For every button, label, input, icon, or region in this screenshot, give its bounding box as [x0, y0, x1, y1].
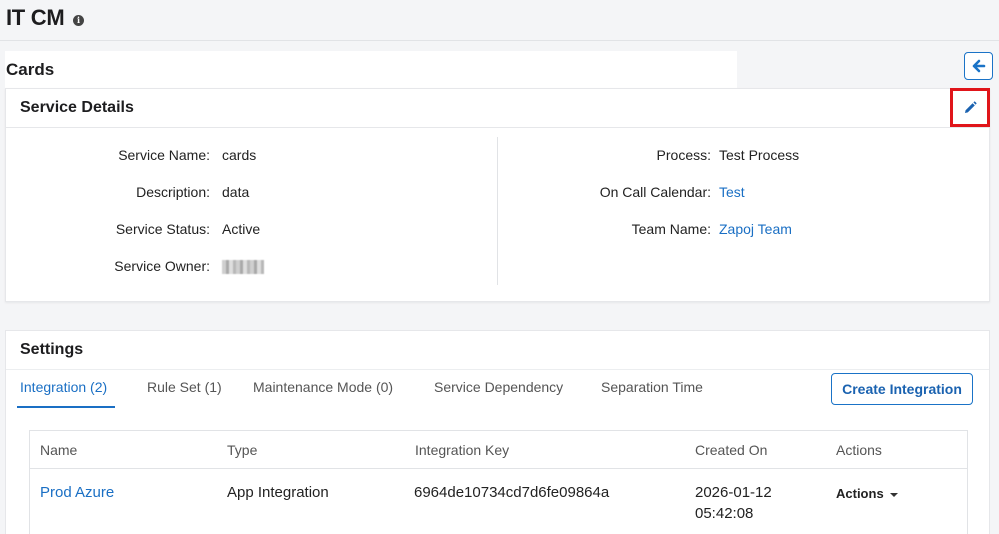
detail-row-description: Description: data	[6, 184, 496, 221]
create-integration-button[interactable]: Create Integration	[831, 373, 973, 405]
back-button[interactable]	[964, 52, 993, 80]
tab-service-dependency[interactable]: Service Dependency	[434, 379, 563, 395]
breadcrumb: Cards	[5, 51, 737, 88]
redacted-owner	[222, 260, 264, 274]
service-owner-label: Service Owner:	[114, 258, 210, 274]
integration-key: 6964de10734cd7d6fe09864a	[414, 484, 610, 501]
detail-row-team-name: Team Name: Zapoj Team	[499, 221, 989, 258]
column-header-integration-key[interactable]: Integration Key	[415, 442, 509, 458]
detail-row-on-call-calendar: On Call Calendar: Test	[499, 184, 989, 221]
integrations-table: Name Type Integration Key Created On Act…	[29, 430, 968, 534]
on-call-calendar-link[interactable]: Test	[719, 184, 745, 200]
tabs-divider	[6, 369, 989, 370]
service-name-value: cards	[222, 147, 257, 163]
column-header-name[interactable]: Name	[40, 442, 77, 458]
process-label: Process:	[656, 147, 711, 163]
page-header: IT CM i	[0, 0, 999, 41]
tab-maintenance-mode[interactable]: Maintenance Mode (0)	[253, 379, 393, 395]
caret-down-icon	[889, 492, 898, 497]
detail-row-service-name: Service Name: cards	[6, 147, 496, 184]
description-label: Description:	[136, 184, 210, 200]
column-header-actions: Actions	[836, 442, 882, 458]
process-value: Test Process	[719, 147, 800, 163]
column-header-type[interactable]: Type	[227, 442, 257, 458]
description-value: data	[222, 184, 250, 200]
service-status-value: Active	[222, 221, 261, 237]
detail-row-service-owner: Service Owner:	[6, 258, 496, 295]
integration-type: App Integration	[227, 484, 329, 501]
team-name-label: Team Name:	[631, 221, 711, 237]
created-time: 05:42:08	[695, 505, 754, 522]
details-divider	[497, 137, 498, 285]
actions-dropdown-label: Actions	[836, 486, 884, 501]
edit-button[interactable]	[950, 88, 990, 127]
page-title: IT CM	[6, 5, 65, 30]
column-header-created-on[interactable]: Created On	[695, 442, 767, 458]
actions-dropdown[interactable]: Actions	[836, 486, 898, 501]
tab-rule-set[interactable]: Rule Set (1)	[147, 379, 222, 395]
pencil-icon	[965, 100, 977, 113]
settings-card: Settings Integration (2) Rule Set (1) Ma…	[5, 330, 990, 534]
tab-separation-time[interactable]: Separation Time	[601, 379, 703, 395]
integration-created-on: 2026-01-12 05:42:08	[695, 482, 772, 524]
service-details-card: Service Details Service Name: cards Desc…	[5, 88, 990, 302]
on-call-calendar-label: On Call Calendar:	[599, 184, 711, 200]
info-icon[interactable]: i	[73, 15, 84, 26]
active-tab-indicator	[17, 406, 115, 408]
service-details-title: Service Details	[20, 99, 134, 116]
service-owner-value	[222, 258, 264, 277]
arrow-left-icon	[972, 59, 985, 73]
service-name-label: Service Name:	[118, 147, 210, 163]
created-date: 2026-01-12	[695, 484, 772, 501]
team-name-link[interactable]: Zapoj Team	[719, 221, 792, 237]
detail-row-process: Process: Test Process	[499, 147, 989, 184]
service-details-right: Process: Test Process On Call Calendar: …	[499, 147, 989, 258]
detail-row-service-status: Service Status: Active	[6, 221, 496, 258]
table-header: Name Type Integration Key Created On Act…	[30, 431, 967, 469]
integration-name-link[interactable]: Prod Azure	[40, 484, 114, 501]
service-title: Cards	[6, 60, 55, 79]
service-details-left: Service Name: cards Description: data Se…	[6, 147, 496, 295]
service-status-label: Service Status:	[115, 221, 210, 237]
settings-title: Settings	[20, 341, 84, 358]
tab-integration[interactable]: Integration (2)	[20, 379, 107, 395]
service-details-header: Service Details	[6, 88, 990, 128]
